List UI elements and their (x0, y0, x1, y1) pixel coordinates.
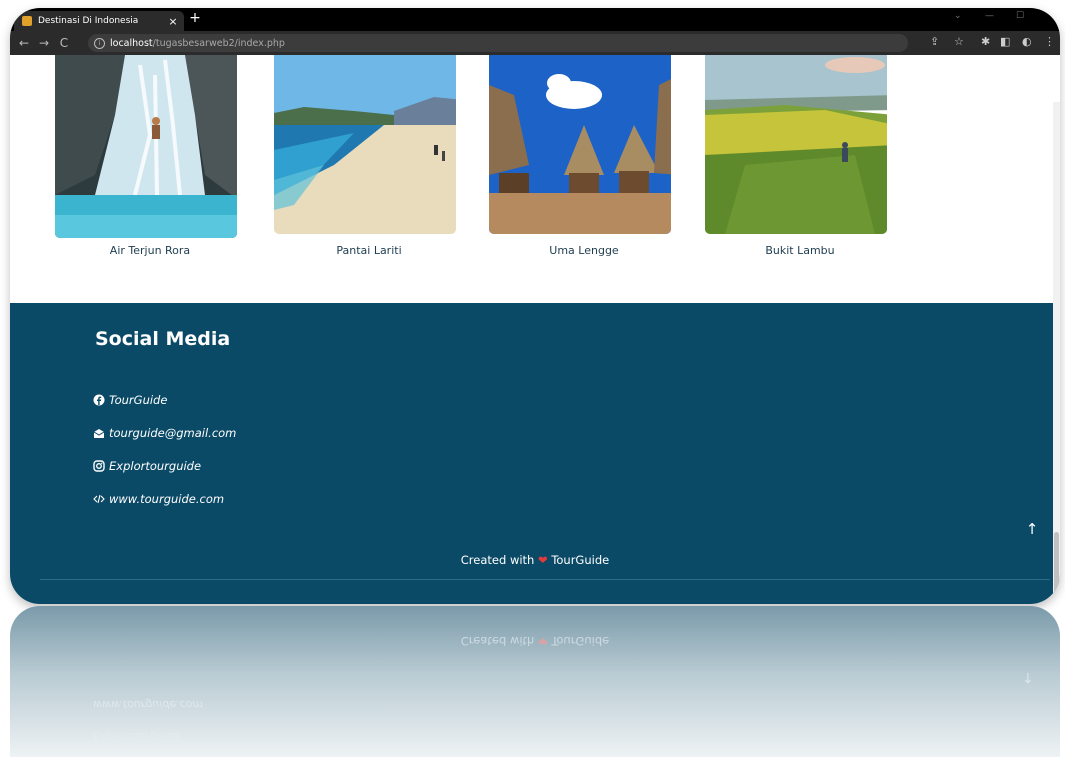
social-link-instagram[interactable]: Explortourguide (93, 459, 201, 473)
email-icon (93, 427, 105, 439)
destination-name: Bukit Lambu (765, 244, 835, 257)
reflection-link: www.tourguide.com (93, 698, 204, 711)
url-host: localhost (110, 37, 153, 49)
url-path: /tugasbesarweb2/index.php (152, 37, 285, 49)
url-field[interactable]: i localhost/tugasbesarweb2/index.php (88, 34, 908, 52)
code-icon (93, 493, 105, 505)
profile-avatar[interactable]: ◐ (1022, 35, 1032, 48)
destination-name: Pantai Lariti (336, 244, 402, 257)
credit-suffix: TourGuide (551, 553, 610, 567)
social-link-text: TourGuide (109, 393, 168, 407)
maximize-button[interactable]: ☐ (1016, 11, 1024, 21)
page-content: Air Terjun Rora Pantai Lariti Uma Lengge… (10, 55, 1060, 604)
extensions-puzzle-icon[interactable]: ✱ (981, 35, 990, 48)
window-reflection: Created with ❤ TourGuide ↑ www.tourguide… (10, 606, 1060, 757)
social-link-text: tourguide@gmail.com (109, 426, 237, 440)
reflection-arrow-icon: ↑ (1022, 669, 1034, 685)
destination-name: Air Terjun Rora (109, 244, 191, 257)
tab-close-button[interactable]: × (166, 15, 180, 28)
tab-search-icon[interactable]: ⌄ (954, 11, 962, 21)
social-link-email[interactable]: tourguide@gmail.com (93, 426, 236, 440)
side-panel-icon[interactable]: ◧ (1000, 35, 1010, 48)
new-tab-button[interactable]: + (188, 10, 202, 26)
footer-divider (40, 579, 1050, 580)
social-link-facebook[interactable]: TourGuide (93, 393, 167, 407)
info-icon[interactable]: i (94, 37, 105, 49)
reload-icon[interactable]: C (54, 36, 74, 50)
credit-prefix: Created with (460, 553, 535, 567)
social-link-text: Explortourguide (109, 459, 202, 473)
forward-arrow-icon[interactable]: → (34, 36, 54, 50)
share-icon[interactable]: ⇪ (930, 35, 939, 48)
facebook-icon (93, 394, 105, 406)
heart-icon: ❤ (538, 553, 548, 567)
browser-window: Destinasi Di Indonesia × + ⌄ — ☐ ← → C i… (10, 8, 1060, 604)
page-scrollbar[interactable] (1053, 102, 1060, 604)
address-bar: ← → C i localhost/tugasbesarweb2/index.p… (10, 31, 1060, 55)
site-footer: Social Media TourGuide tourguide@gmail.c… (10, 303, 1060, 604)
tab-title: Destinasi Di Indonesia (38, 16, 139, 26)
footer-credit: Created with ❤ TourGuide (10, 553, 1060, 567)
destination-image[interactable] (489, 55, 671, 234)
social-link-text: www.tourguide.com (109, 492, 225, 506)
favicon-icon (22, 16, 32, 26)
reflection-link: Explortourguide (93, 730, 182, 743)
footer-heading: Social Media (95, 328, 231, 350)
social-link-website[interactable]: www.tourguide.com (93, 492, 224, 506)
destination-image[interactable] (274, 55, 456, 234)
reflection-credit: Created with ❤ TourGuide (460, 634, 610, 648)
menu-kebab-icon[interactable]: ⋮ (1044, 35, 1055, 48)
bookmark-star-icon[interactable]: ☆ (954, 35, 964, 48)
destination-name: Uma Lengge (549, 244, 619, 257)
minimize-button[interactable]: — (985, 11, 994, 21)
browser-tab[interactable]: Destinasi Di Indonesia × (14, 11, 184, 31)
instagram-icon (93, 460, 105, 472)
destination-image[interactable] (705, 55, 887, 234)
tab-bar: Destinasi Di Indonesia × + ⌄ — ☐ (10, 8, 1060, 31)
scrollbar-thumb[interactable] (1054, 532, 1059, 604)
destination-image[interactable] (55, 55, 237, 238)
back-arrow-icon[interactable]: ← (14, 36, 34, 50)
back-to-top-button[interactable]: ↑ (1024, 520, 1040, 538)
